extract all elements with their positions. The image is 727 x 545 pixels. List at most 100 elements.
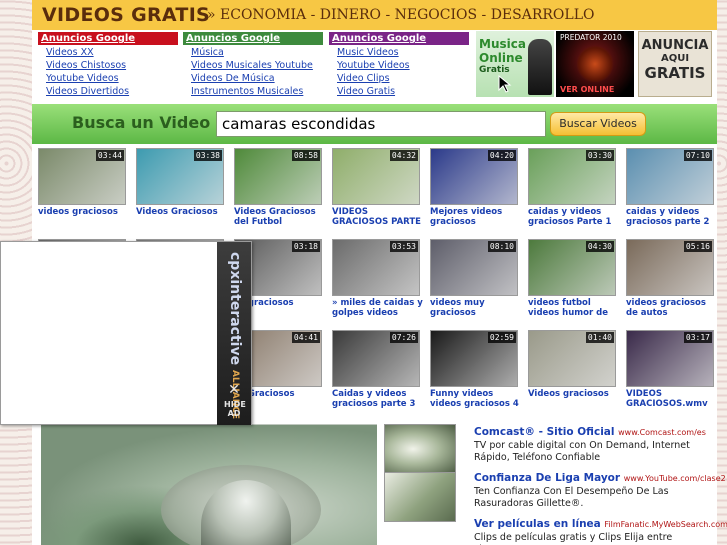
- video-thumbnail[interactable]: 04:20: [430, 148, 518, 205]
- text-ad-description: TV por cable digital con On Demand, Inte…: [474, 440, 690, 463]
- video-duration: 03:18: [291, 241, 320, 252]
- logo-text: interactive: [227, 279, 243, 366]
- ad-link[interactable]: Videos XX: [38, 46, 178, 59]
- video-title[interactable]: Videos graciosos: [526, 389, 622, 399]
- video-title[interactable]: caidas y videos graciosos Parte 1: [526, 207, 622, 227]
- ad-column-1: Anuncios Google Videos XX Videos Chistos…: [38, 32, 178, 98]
- musica-online-banner[interactable]: Musica Online Gratis: [476, 31, 554, 97]
- ad-link[interactable]: Video Clips: [329, 72, 469, 85]
- video-thumbnail[interactable]: 07:26: [332, 330, 420, 387]
- predator-face-image: [576, 45, 614, 83]
- mouse-cursor-icon: [498, 75, 512, 93]
- ad-thumbnail[interactable]: [384, 424, 456, 474]
- close-icon[interactable]: ✕: [224, 382, 244, 398]
- video-thumbnail[interactable]: 05:16: [626, 239, 714, 296]
- ad-link[interactable]: Video Gratis: [329, 85, 469, 98]
- video-title[interactable]: videos graciosos de autos: [624, 298, 720, 318]
- ad-link[interactable]: Videos De Música: [183, 72, 323, 85]
- ad-column-heading[interactable]: Anuncios Google: [329, 32, 469, 45]
- video-thumbnail[interactable]: 08:10: [430, 239, 518, 296]
- site-logo[interactable]: VIDEOS GRATIS: [42, 4, 210, 26]
- banner-text: VER ONLINE: [560, 85, 615, 94]
- video-duration: 02:59: [487, 332, 516, 343]
- banner-text: Musica: [479, 37, 526, 51]
- video-title[interactable]: Mejores videos graciosos: [428, 207, 524, 227]
- video-title[interactable]: videos muy graciosos: [428, 298, 524, 318]
- search-button[interactable]: Buscar Videos: [550, 112, 646, 136]
- ad-column-2: Anuncios Google Música Videos Musicales …: [183, 32, 323, 98]
- ad-column-heading[interactable]: Anuncios Google: [38, 32, 178, 45]
- video-thumbnail[interactable]: 03:44: [38, 148, 126, 205]
- ad-link[interactable]: Youtube Videos: [329, 59, 469, 72]
- cpx-logo: cpxinteractive ALLIANCE: [225, 252, 243, 419]
- video-title[interactable]: Funny videos videos graciosos 4: [428, 389, 524, 409]
- banner-text: Gratis: [479, 65, 510, 75]
- video-thumbnail[interactable]: 03:53: [332, 239, 420, 296]
- ad-link[interactable]: Videos Chistosos: [38, 59, 178, 72]
- video-thumbnail[interactable]: 03:38: [136, 148, 224, 205]
- video-duration: 04:30: [585, 241, 614, 252]
- anuncia-aqui-banner[interactable]: ANUNCIA AQUI GRATIS: [638, 31, 712, 97]
- video-title[interactable]: videos futbol videos humor de: [526, 298, 622, 318]
- video-duration: 04:41: [291, 332, 320, 343]
- video-duration: 03:17: [683, 332, 712, 343]
- text-ad-url[interactable]: www.Comcast.com/es: [618, 428, 706, 437]
- video-thumbnail[interactable]: 03:17: [626, 330, 714, 387]
- video-title[interactable]: » miles de caidas y golpes videos: [330, 298, 426, 318]
- header-bar: VIDEOS GRATIS » ECONOMIA - DINERO - NEGO…: [32, 0, 717, 30]
- video-title[interactable]: VIDEOS GRACIOSOS.wmv: [624, 389, 720, 409]
- text-ad-title[interactable]: Ver películas en línea: [474, 518, 601, 530]
- video-duration: 01:40: [585, 332, 614, 343]
- hide-ad-label: AD: [227, 409, 241, 418]
- search-input[interactable]: [216, 111, 546, 137]
- video-duration: 04:32: [389, 150, 418, 161]
- ad-thumbnail[interactable]: [384, 472, 456, 522]
- banner-text: Online: [479, 51, 523, 65]
- logo-text: cpx: [227, 252, 243, 280]
- video-title[interactable]: videos graciosos: [36, 207, 132, 217]
- ad-link[interactable]: Videos Musicales Youtube: [183, 59, 323, 72]
- text-ad: Ver películas en línea FilmFanatic.MyWeb…: [474, 518, 727, 545]
- video-thumbnail[interactable]: 02:59: [430, 330, 518, 387]
- text-ad-title[interactable]: Confianza De Liga Mayor: [474, 472, 620, 484]
- ad-link[interactable]: Instrumentos Musicales: [183, 85, 323, 98]
- video-title[interactable]: caidas y videos graciosos parte 2: [624, 207, 720, 227]
- hide-ad-button[interactable]: HIDE AD: [224, 400, 246, 418]
- ad-column-heading[interactable]: Anuncios Google: [183, 32, 323, 45]
- ad-column-3: Anuncios Google Music Videos Youtube Vid…: [329, 32, 469, 98]
- ad-link[interactable]: Videos Divertidos: [38, 85, 178, 98]
- text-ad-url[interactable]: FilmFanatic.MyWebSearch.com: [604, 520, 727, 529]
- banner-text: GRATIS: [644, 64, 706, 82]
- video-title[interactable]: Caidas y videos graciosos parte 3: [330, 389, 426, 409]
- video-thumbnail[interactable]: 03:30: [528, 148, 616, 205]
- video-duration: 04:20: [487, 150, 516, 161]
- video-thumbnail[interactable]: 04:30: [528, 239, 616, 296]
- text-ad-url[interactable]: www.YouTube.com/clase2: [624, 474, 726, 483]
- video-title[interactable]: Videos Graciosos del Futbol: [232, 207, 328, 227]
- video-duration: 08:10: [487, 241, 516, 252]
- video-thumbnail[interactable]: 04:32: [332, 148, 420, 205]
- floating-ad-overlay[interactable]: cpxinteractive ALLIANCE ✕ HIDE AD: [0, 241, 252, 425]
- search-label: Busca un Video: [72, 113, 211, 132]
- text-ad-title[interactable]: Comcast® - Sitio Oficial: [474, 426, 614, 438]
- video-duration: 07:10: [683, 150, 712, 161]
- banner-text: PREDATOR 2010: [560, 33, 622, 42]
- site-tagline: » ECONOMIA - DINERO - NEGOCIOS - DESARRO…: [207, 7, 595, 23]
- money-banner-image[interactable]: [41, 424, 377, 545]
- video-title[interactable]: Videos Graciosos: [134, 207, 230, 217]
- text-ad-description: Clips de películas gratis y Clips Elija …: [474, 532, 673, 545]
- ad-link[interactable]: Música: [183, 46, 323, 59]
- text-ad-description: Ten Confianza Con El Desempeño De Las Ra…: [474, 486, 669, 509]
- video-thumbnail[interactable]: 07:10: [626, 148, 714, 205]
- ad-link[interactable]: Youtube Videos: [38, 72, 178, 85]
- background-right-decoration: [717, 0, 727, 545]
- video-thumbnail[interactable]: 01:40: [528, 330, 616, 387]
- predator-banner[interactable]: PREDATOR 2010 VER ONLINE: [556, 31, 634, 97]
- video-title[interactable]: VIDEOS GRACIOSOS PARTE: [330, 207, 426, 227]
- video-thumbnail[interactable]: 08:58: [234, 148, 322, 205]
- video-duration: 03:38: [193, 150, 222, 161]
- text-ad: Comcast® - Sitio Oficial www.Comcast.com…: [474, 426, 709, 464]
- video-duration: 03:44: [95, 150, 124, 161]
- ad-link[interactable]: Music Videos: [329, 46, 469, 59]
- video-duration: 07:26: [389, 332, 418, 343]
